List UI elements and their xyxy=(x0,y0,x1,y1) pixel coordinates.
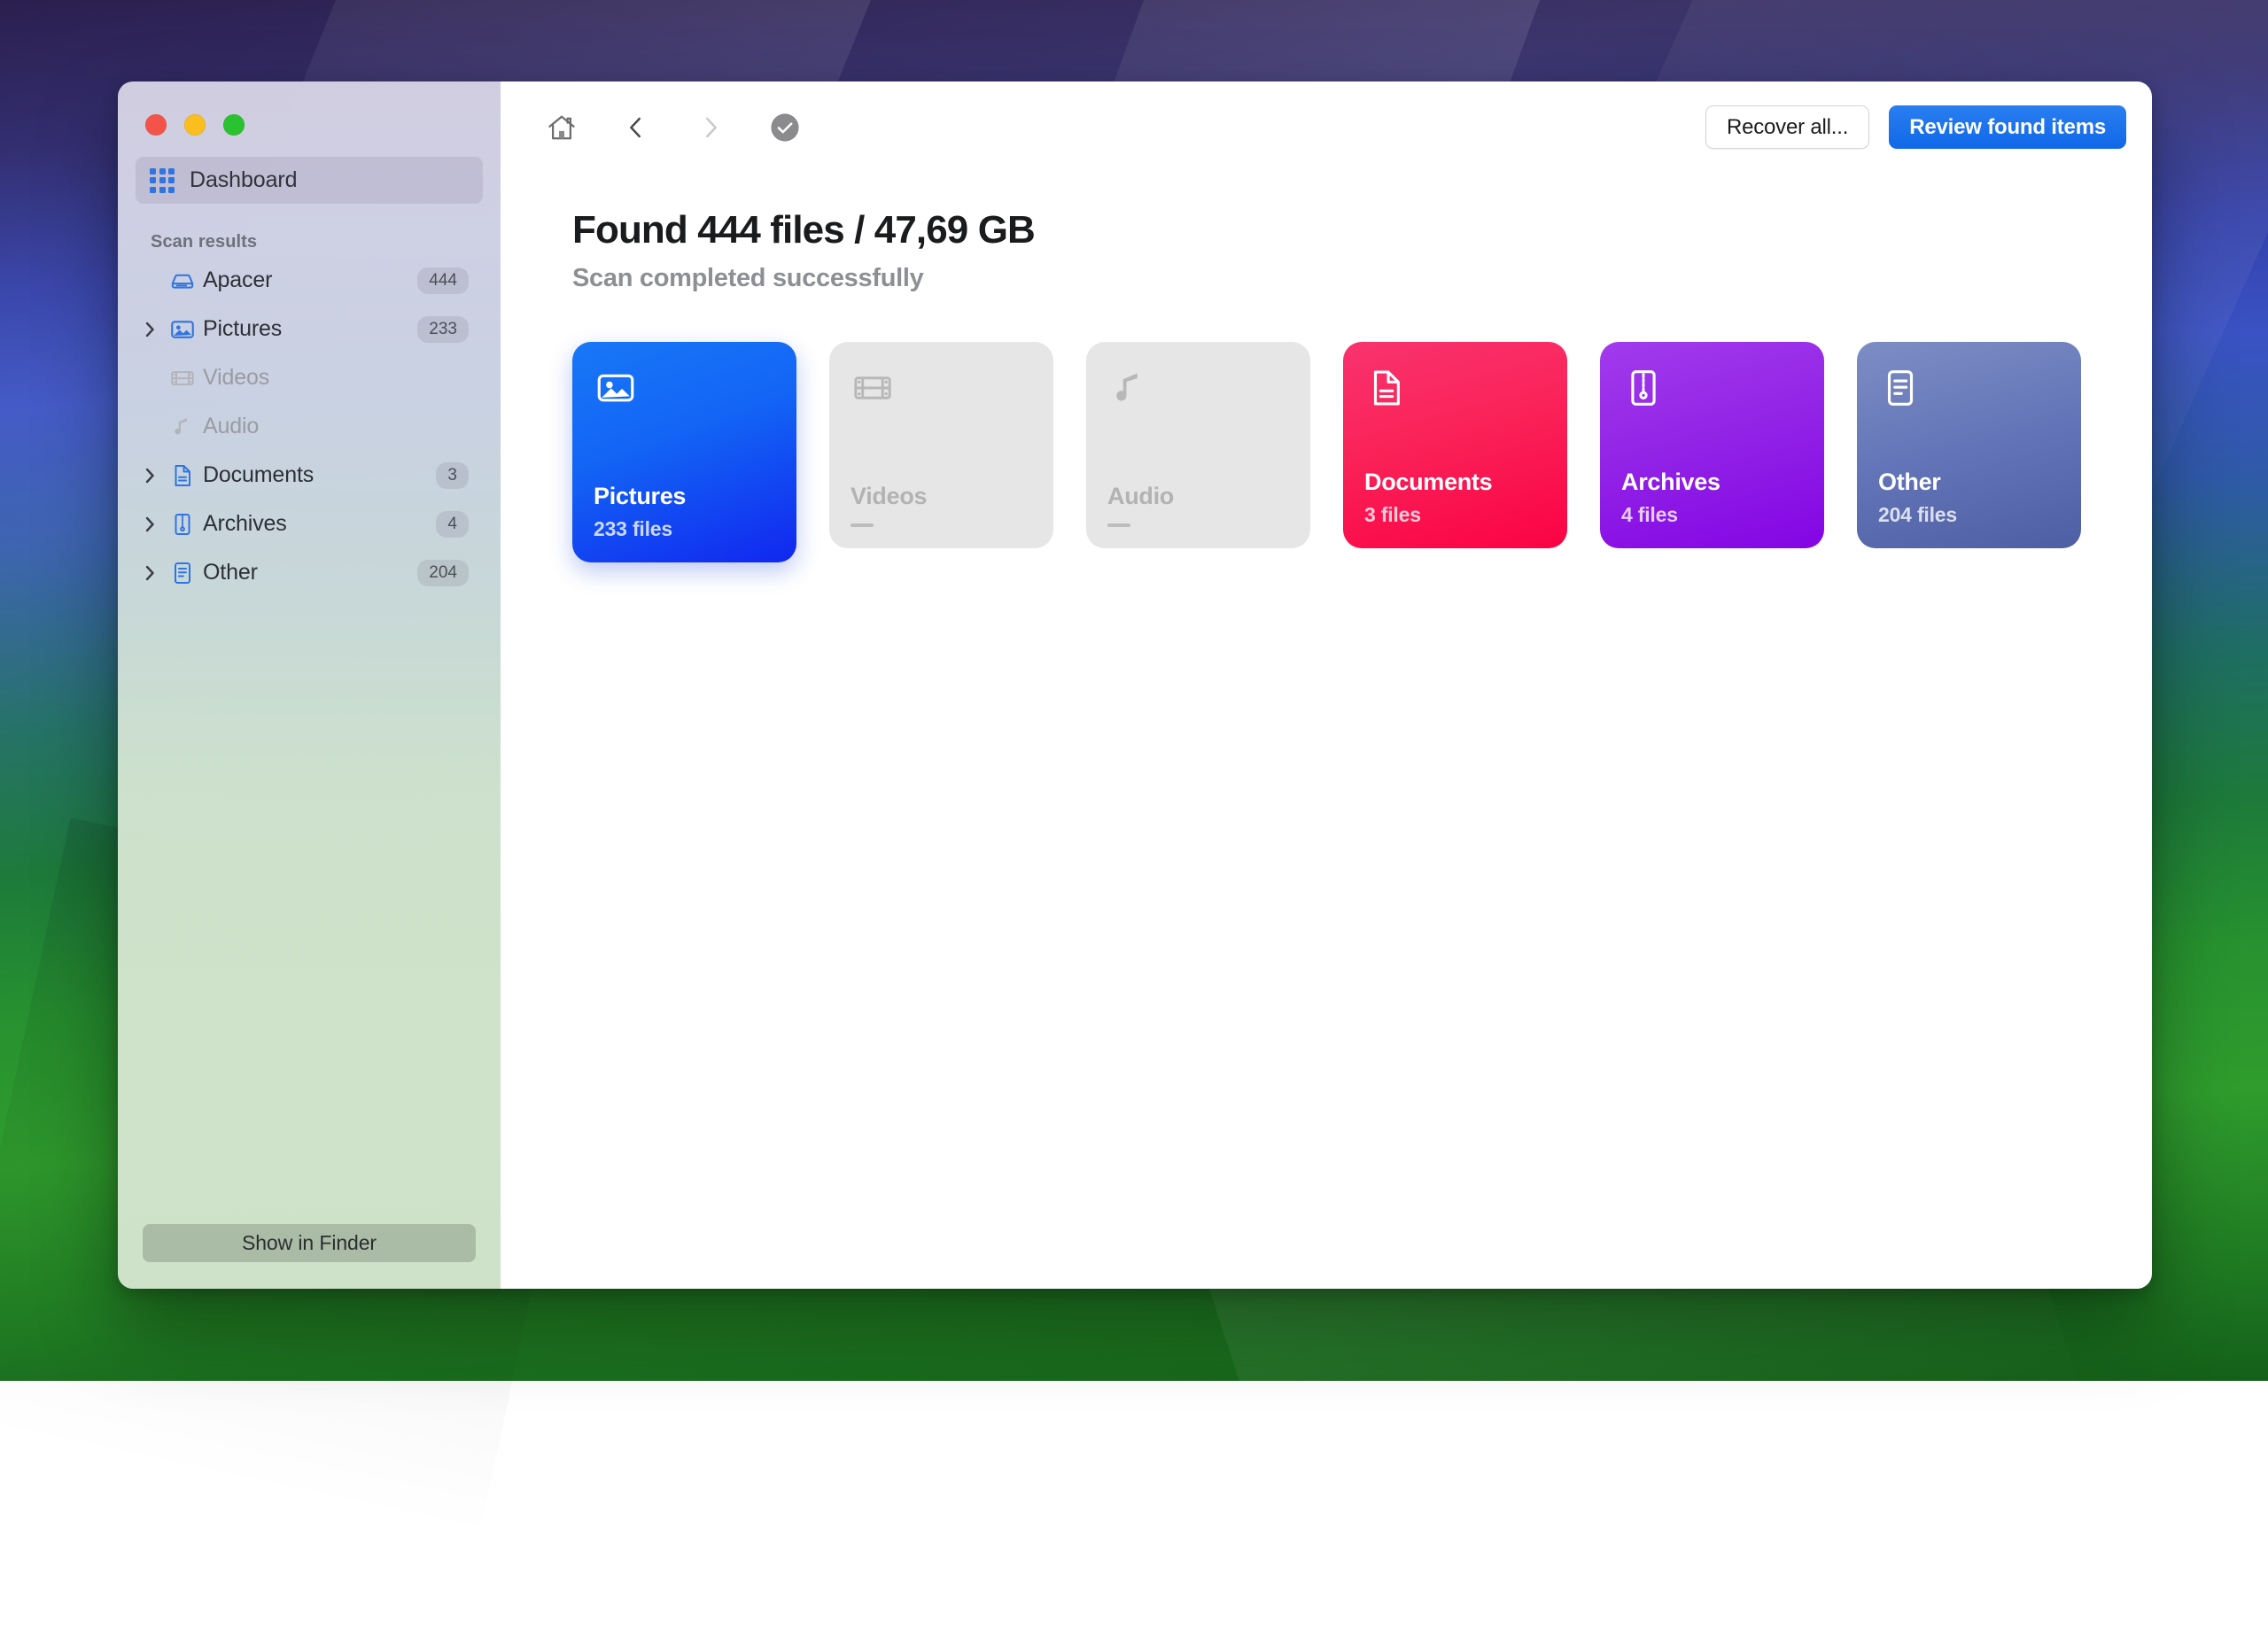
drive-icon xyxy=(162,267,203,294)
minimize-button[interactable] xyxy=(184,114,206,136)
sidebar-item-label: Dashboard xyxy=(190,167,297,193)
sidebar-item-archives[interactable]: Archives 4 xyxy=(136,500,483,548)
card-count: 4 files xyxy=(1621,503,1803,527)
card-spacer xyxy=(594,421,775,483)
picture-icon xyxy=(594,366,775,421)
recover-all-button[interactable]: Recover all... xyxy=(1705,105,1869,149)
category-card-documents[interactable]: Documents 3 files xyxy=(1343,342,1567,548)
chevron-right-icon[interactable] xyxy=(137,321,162,338)
sidebar-item-other[interactable]: Other 204 xyxy=(136,548,483,597)
chevron-right-icon xyxy=(690,107,731,148)
sidebar-item-dashboard[interactable]: Dashboard xyxy=(136,157,483,204)
chevron-right-icon[interactable] xyxy=(137,515,162,533)
card-count-placeholder xyxy=(850,523,874,527)
content-area: Recover all... Review found items Found … xyxy=(501,81,2152,1289)
document-icon xyxy=(1364,366,1546,421)
category-card-audio[interactable]: Audio xyxy=(1086,342,1310,548)
card-count: 3 files xyxy=(1364,503,1546,527)
card-title: Other xyxy=(1878,469,2060,496)
category-card-videos[interactable]: Videos xyxy=(829,342,1053,548)
sidebar-item-label: Audio xyxy=(203,414,469,439)
document-icon xyxy=(162,462,203,489)
sidebar-item-audio[interactable]: Audio xyxy=(136,402,483,451)
card-spacer xyxy=(1878,421,2060,469)
sidebar-item-documents[interactable]: Documents 3 xyxy=(136,451,483,500)
category-card-archives[interactable]: Archives 4 files xyxy=(1600,342,1824,548)
card-count: 233 files xyxy=(594,517,775,541)
window-controls xyxy=(118,81,501,149)
archive-icon xyxy=(162,511,203,538)
sidebar-item-label: Archives xyxy=(203,511,436,537)
sidebar-item-videos[interactable]: Videos xyxy=(136,353,483,402)
page-subtitle: Scan completed successfully xyxy=(572,264,2152,293)
category-card-grid: Pictures 233 files Videos xyxy=(501,293,2152,562)
sidebar-item-label: Other xyxy=(203,560,417,585)
category-card-pictures[interactable]: Pictures 233 files xyxy=(572,342,796,562)
sidebar-item-badge: 444 xyxy=(417,267,469,294)
sidebar-item-apacer[interactable]: Apacer 444 xyxy=(136,256,483,305)
sidebar: Dashboard Scan results Apacer 444 xyxy=(118,81,501,1289)
sidebar-item-pictures[interactable]: Pictures 233 xyxy=(136,305,483,353)
app-window: Dashboard Scan results Apacer 444 xyxy=(118,81,2152,1289)
card-count-placeholder xyxy=(1107,523,1130,527)
card-count: 204 files xyxy=(1878,503,2060,527)
card-title: Videos xyxy=(850,483,1032,510)
chevron-right-icon[interactable] xyxy=(137,564,162,582)
film-icon xyxy=(850,366,1032,421)
film-icon xyxy=(162,365,203,391)
category-card-other[interactable]: Other 204 files xyxy=(1857,342,2081,548)
card-title: Audio xyxy=(1107,483,1289,510)
page-heading-block: Found 444 files / 47,69 GB Scan complete… xyxy=(501,173,2152,293)
grid-icon xyxy=(150,168,175,193)
sidebar-footer: Show in Finder xyxy=(118,1224,501,1289)
toolbar-nav-group xyxy=(541,107,805,148)
sidebar-item-badge: 233 xyxy=(417,316,469,343)
home-icon[interactable] xyxy=(541,107,582,148)
page-title: Found 444 files / 47,69 GB xyxy=(572,208,2152,252)
chevron-left-icon[interactable] xyxy=(616,107,656,148)
sidebar-spacer xyxy=(118,597,501,1224)
card-spacer xyxy=(1621,421,1803,469)
sidebar-item-badge: 204 xyxy=(417,560,469,586)
list-doc-icon xyxy=(1878,366,2060,421)
music-icon xyxy=(162,414,203,440)
chevron-right-icon[interactable] xyxy=(137,467,162,484)
toolbar: Recover all... Review found items xyxy=(501,81,2152,173)
sidebar-section-title: Scan results xyxy=(136,204,483,256)
sidebar-item-label: Apacer xyxy=(203,267,417,293)
show-in-finder-button[interactable]: Show in Finder xyxy=(143,1224,476,1262)
list-doc-icon xyxy=(162,560,203,586)
card-spacer xyxy=(850,421,1032,483)
sidebar-item-label: Documents xyxy=(203,462,436,488)
music-icon xyxy=(1107,366,1289,421)
toolbar-actions: Recover all... Review found items xyxy=(1705,105,2126,149)
sidebar-item-label: Videos xyxy=(203,365,469,391)
check-circle-icon[interactable] xyxy=(765,107,805,148)
close-button[interactable] xyxy=(145,114,167,136)
sidebar-item-label: Pictures xyxy=(203,316,417,342)
card-title: Documents xyxy=(1364,469,1546,496)
maximize-button[interactable] xyxy=(223,114,245,136)
card-spacer xyxy=(1364,421,1546,469)
card-title: Pictures xyxy=(594,483,775,510)
review-found-items-button[interactable]: Review found items xyxy=(1889,105,2126,149)
archive-icon xyxy=(1621,366,1803,421)
sidebar-item-badge: 4 xyxy=(436,511,469,538)
card-spacer xyxy=(1107,421,1289,483)
sidebar-item-badge: 3 xyxy=(436,462,469,489)
card-title: Archives xyxy=(1621,469,1803,496)
sidebar-nav: Dashboard Scan results Apacer 444 xyxy=(118,149,501,597)
picture-icon xyxy=(162,316,203,343)
